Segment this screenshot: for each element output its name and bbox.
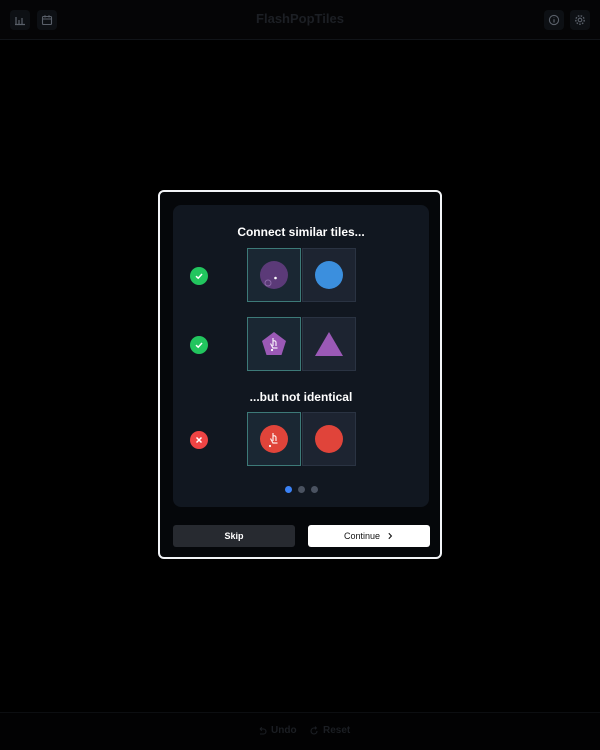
triangle-shape	[315, 332, 343, 356]
reset-label: Reset	[323, 725, 351, 736]
page-dot-3[interactable]	[310, 486, 318, 493]
reset-icon	[310, 725, 318, 735]
undo-button[interactable]: Undo	[257, 725, 297, 736]
undo-icon	[259, 726, 267, 735]
x-icon	[195, 436, 203, 444]
settings-button[interactable]	[570, 10, 590, 30]
page-indicator	[173, 486, 429, 494]
status-correct-1	[190, 267, 208, 285]
tutorial-modal: Connect similar tiles... ...but not iden…	[158, 190, 442, 559]
example-row-3	[173, 412, 429, 468]
info-button[interactable]	[544, 10, 564, 30]
gear-icon	[575, 15, 585, 25]
tile-circle-red	[302, 412, 356, 466]
chevron-right-icon	[388, 532, 393, 540]
circle-shape	[315, 261, 343, 289]
bottom-bar: Undo Reset	[0, 712, 600, 750]
page-dot-2[interactable]	[297, 486, 305, 493]
example-row-2	[173, 317, 429, 373]
checkmark-icon	[195, 342, 203, 349]
tutorial-panel: Connect similar tiles... ...but not iden…	[173, 205, 429, 507]
info-icon	[548, 14, 560, 26]
tile-circle-purple	[247, 248, 301, 302]
top-bar: FlashPopTiles	[0, 0, 600, 40]
tile-circle-red-selected	[247, 412, 301, 466]
tile-triangle-purple	[302, 317, 356, 371]
pentagon-shape	[262, 332, 286, 355]
undo-label: Undo	[271, 725, 297, 736]
circle-shape	[315, 425, 343, 453]
tile-pentagon-purple	[247, 317, 301, 371]
continue-button[interactable]: Continue	[308, 525, 430, 547]
reset-button[interactable]: Reset	[309, 725, 350, 736]
status-correct-2	[190, 336, 208, 354]
checkmark-icon	[195, 273, 203, 280]
circle-shape	[260, 261, 288, 289]
continue-label: Continue	[343, 531, 381, 541]
skip-button[interactable]: Skip	[173, 525, 295, 547]
circle-shape	[260, 425, 288, 453]
tile-circle-blue	[302, 248, 356, 302]
app-title: FlashPopTiles	[256, 11, 344, 26]
heading-similar: Connect similar tiles...	[237, 225, 365, 239]
page-dot-1[interactable]	[284, 486, 292, 493]
example-row-1	[173, 248, 429, 304]
status-wrong	[190, 431, 208, 449]
heading-identical: ...but not identical	[249, 390, 353, 404]
